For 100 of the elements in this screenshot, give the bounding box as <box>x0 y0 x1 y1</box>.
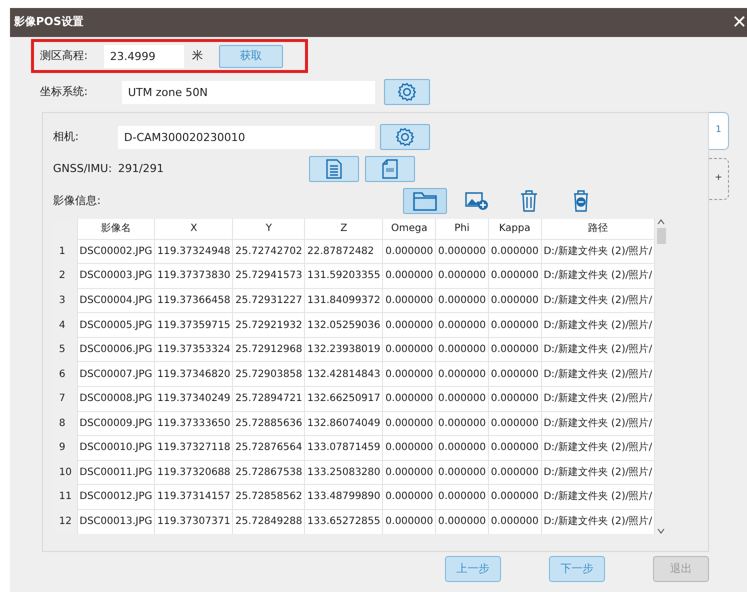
table-cell: DSC00008.JPG <box>77 386 155 411</box>
table-cell: 133.48799890 <box>304 484 383 510</box>
table-cell: 25.72921932 <box>232 312 305 338</box>
side-tab[interactable]: + <box>709 158 729 200</box>
table-cell: 132.23938019 <box>304 337 383 362</box>
table-cell: DSC00006.JPG <box>77 337 155 362</box>
table-cell: 132.66250917 <box>304 386 383 411</box>
scroll-down-icon[interactable] <box>657 528 666 534</box>
table-cell: 119.37314157 <box>154 484 233 510</box>
row-number: 10 <box>53 460 77 485</box>
table-cell: 0.000000 <box>436 288 488 313</box>
window-title: 影像POS设置 <box>14 14 84 30</box>
icon-button[interactable] <box>380 124 430 150</box>
document-icon <box>326 159 342 179</box>
table-cell: 131.84099372 <box>304 288 383 313</box>
unit-label: 米 <box>192 48 203 64</box>
table-cell: 119.37366458 <box>154 288 233 313</box>
column-header: Kappa <box>488 219 542 240</box>
table-cell: DSC00002.JPG <box>77 239 155 264</box>
table-cell: 25.72858562 <box>232 484 305 510</box>
row-number: 11 <box>53 484 77 510</box>
table-cell: 119.37340249 <box>154 386 233 411</box>
table-cell: 0.000000 <box>488 386 542 411</box>
gear-icon <box>397 82 417 102</box>
column-header: Omega <box>382 219 436 240</box>
table-cell: 0.000000 <box>436 484 488 510</box>
field-label: 坐标系统: <box>40 84 89 100</box>
table-cell: 0.000000 <box>488 288 542 313</box>
text-field[interactable]: D-CAM300020230010 <box>118 126 375 148</box>
table-cell: 119.37333650 <box>154 411 233 436</box>
trash-icon <box>520 190 538 212</box>
icon-button[interactable] <box>403 188 447 214</box>
scroll-up-icon[interactable] <box>657 219 666 225</box>
table-cell: 0.000000 <box>382 264 436 288</box>
table-cell: 0.000000 <box>488 436 542 460</box>
table-cell: 0.000000 <box>436 509 488 534</box>
table-cell: DSC00007.JPG <box>77 362 155 386</box>
table-cell: 0.000000 <box>436 264 488 288</box>
close-button[interactable]: ✕ <box>728 14 747 32</box>
table-cell: 119.37327118 <box>154 436 233 460</box>
table-cell: 0.000000 <box>488 239 542 264</box>
icon-button[interactable] <box>364 156 415 182</box>
side-tab[interactable]: 1 <box>709 112 729 150</box>
table-cell: DSC00010.JPG <box>77 436 155 460</box>
image-add-icon <box>465 191 489 211</box>
table-cell: DSC00003.JPG <box>77 264 155 288</box>
field-label: 影像信息: <box>53 192 102 209</box>
table-cell: 0.000000 <box>436 436 488 460</box>
table-cell: DSC00005.JPG <box>77 312 155 338</box>
table-cell: 132.86074049 <box>304 411 383 436</box>
row-number: 6 <box>53 362 77 386</box>
table-cell: DSC00013.JPG <box>77 509 155 534</box>
table-cell: 0.000000 <box>488 264 542 288</box>
table-cell: 25.72867538 <box>232 460 305 485</box>
icon-button[interactable] <box>384 79 430 105</box>
table-cell: 131.59203355 <box>304 264 383 288</box>
row-number: 1 <box>53 239 77 264</box>
column-header: 路径 <box>541 219 655 240</box>
table-cell: 0.000000 <box>382 411 436 436</box>
table-cell: 0.000000 <box>436 312 488 338</box>
table-cell: DSC00004.JPG <box>77 288 155 313</box>
text-field[interactable]: UTM zone 50N <box>122 80 375 104</box>
table-cell: 0.000000 <box>436 386 488 411</box>
row-number: 5 <box>53 337 77 362</box>
table-cell: 133.65272855 <box>304 509 383 534</box>
table-cell: 25.72894721 <box>232 386 305 411</box>
table-cell: D:/新建文件夹 (2)/照片/ <box>541 337 655 362</box>
table-cell: 25.72885636 <box>232 411 305 436</box>
table-cell: 25.72931227 <box>232 288 305 313</box>
row-number: 4 <box>53 312 77 338</box>
table-cell: D:/新建文件夹 (2)/照片/ <box>541 386 655 411</box>
table-cell: 0.000000 <box>488 337 542 362</box>
table-cell: 0.000000 <box>488 460 542 485</box>
folder-icon <box>413 191 437 211</box>
elevation-field[interactable]: 23.4999 <box>104 44 184 68</box>
scroll-thumb[interactable] <box>656 228 666 244</box>
value-text: 291/291 <box>118 160 164 177</box>
table-cell: D:/新建文件夹 (2)/照片/ <box>541 484 655 510</box>
table-cell: 0.000000 <box>382 362 436 386</box>
table-cell: 22.87872482 <box>304 239 383 264</box>
table-cell: 0.000000 <box>436 411 488 436</box>
table-cell: 25.72912968 <box>232 337 305 362</box>
row-number: 3 <box>53 288 77 313</box>
table-cell: 119.37359715 <box>154 312 233 338</box>
table-cell: 0.000000 <box>382 312 436 338</box>
column-header: Phi <box>436 219 488 240</box>
field-label: GNSS/IMU: <box>53 160 113 177</box>
field-label: 相机: <box>53 128 80 145</box>
table-cell: 119.37346820 <box>154 362 233 386</box>
gear-icon <box>395 127 415 147</box>
column-header: Z <box>304 219 383 240</box>
row-number: 7 <box>53 386 77 411</box>
field-label: 测区高程: <box>40 48 89 64</box>
table-cell: 132.05259036 <box>304 312 383 338</box>
table-cell: 0.000000 <box>488 362 542 386</box>
table-cell: 0.000000 <box>488 484 542 510</box>
table-cell: 0.000000 <box>488 312 542 338</box>
table-cell: D:/新建文件夹 (2)/照片/ <box>541 460 655 485</box>
icon-button[interactable] <box>308 156 359 182</box>
table-cell: 0.000000 <box>436 362 488 386</box>
